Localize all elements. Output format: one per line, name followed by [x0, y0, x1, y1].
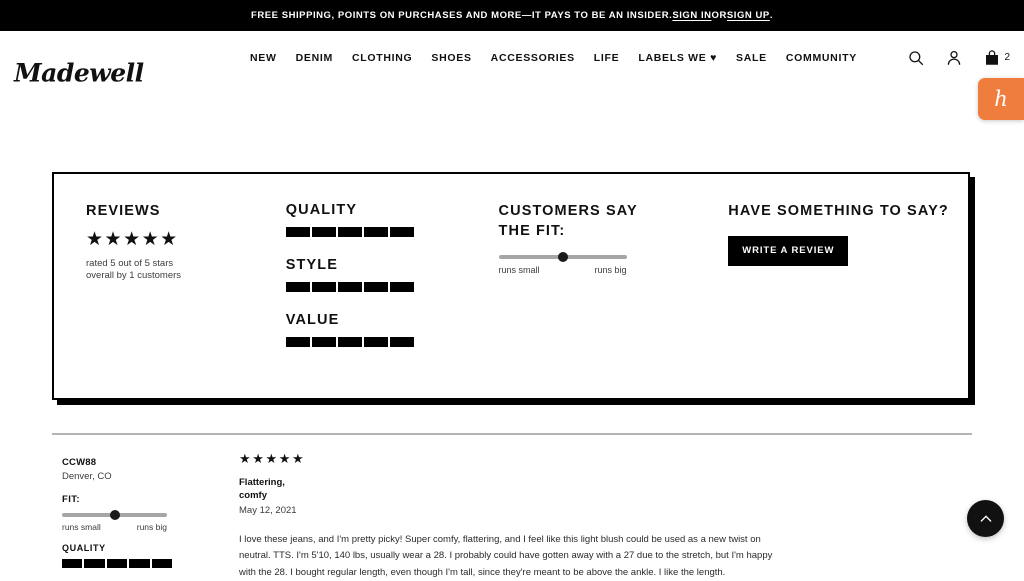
review-content-block: ★★★★★ Flattering, comfy May 12, 2021 I l… — [239, 452, 784, 581]
review-fit-slider-labels: runs small runs big — [62, 522, 167, 532]
site-header: Madewell NEW DENIM CLOTHING SHOES ACCESS… — [0, 31, 1024, 85]
bar-segment — [107, 559, 127, 568]
section-divider — [52, 433, 972, 435]
nav-item-sale[interactable]: SALE — [736, 52, 767, 64]
overall-reviews-column: REVIEWS ★★★★★ rated 5 out of 5 stars ove… — [86, 202, 286, 398]
fit-label-big: runs big — [595, 265, 627, 275]
review-author-location: Denver, CO — [62, 471, 222, 482]
honey-extension-button[interactable]: h — [978, 78, 1024, 120]
header-utility-icons: 2 — [907, 49, 1010, 67]
review-star-rating: ★★★★★ — [239, 452, 784, 465]
style-bar — [286, 282, 414, 292]
bar-segment — [364, 227, 388, 237]
bar-segment — [364, 337, 388, 347]
review-fit-label-big: runs big — [137, 522, 167, 532]
overall-rating-subtext: rated 5 out of 5 stars overall by 1 cust… — [86, 258, 286, 284]
main-navigation: NEW DENIM CLOTHING SHOES ACCESSORIES LIF… — [250, 52, 857, 64]
bar-segment — [286, 282, 310, 292]
account-icon[interactable] — [945, 49, 963, 67]
fit-heading-line1: CUSTOMERS SAY — [499, 202, 729, 222]
bar-segment — [390, 282, 414, 292]
style-label: STYLE — [286, 257, 499, 273]
bar-segment — [286, 337, 310, 347]
bar-segment — [338, 227, 362, 237]
review-quality-bar — [62, 559, 172, 568]
fit-slider[interactable] — [499, 255, 627, 259]
value-label: VALUE — [286, 312, 499, 328]
shopping-bag-button[interactable]: 2 — [983, 49, 1010, 67]
quality-bar — [286, 227, 414, 237]
review-fit-handle — [110, 510, 120, 520]
summary-box: REVIEWS ★★★★★ rated 5 out of 5 stars ove… — [52, 172, 970, 400]
review-fit-label-small: runs small — [62, 522, 101, 532]
review-title: Flattering, comfy — [239, 476, 784, 503]
value-bar — [286, 337, 414, 347]
nav-item-community[interactable]: COMMUNITY — [786, 52, 857, 64]
reviews-heading: REVIEWS — [86, 202, 286, 222]
honey-icon: h — [994, 89, 1008, 110]
review-author-name: CCW88 — [62, 457, 222, 468]
rating-subtext-line1: rated 5 out of 5 stars — [86, 258, 286, 271]
bar-segment — [312, 227, 336, 237]
write-a-review-button[interactable]: WRITE A REVIEW — [728, 236, 848, 266]
review-author-block: CCW88 Denver, CO FIT: runs small runs bi… — [62, 457, 222, 568]
review-title-line1: Flattering, — [239, 476, 784, 489]
shopping-bag-icon[interactable] — [983, 49, 1001, 67]
write-review-column: HAVE SOMETHING TO SAY? WRITE A REVIEW — [728, 202, 968, 398]
review-body-text: I love these jeans, and I'm pretty picky… — [239, 532, 784, 581]
fit-heading-line2: THE FIT: — [499, 222, 729, 242]
bar-segment — [364, 282, 388, 292]
bar-segment — [129, 559, 149, 568]
sign-up-link[interactable]: SIGN UP — [727, 10, 770, 21]
bar-segment — [390, 227, 414, 237]
bar-segment — [338, 337, 362, 347]
bag-item-count: 2 — [1004, 52, 1010, 63]
review-fit-label: FIT: — [62, 494, 222, 505]
nav-item-clothing[interactable]: CLOTHING — [352, 52, 412, 64]
bar-segment — [312, 282, 336, 292]
review-fit-slider — [62, 513, 167, 517]
review-date: May 12, 2021 — [239, 505, 784, 516]
nav-item-denim[interactable]: DENIM — [296, 52, 333, 64]
promo-banner: FREE SHIPPING, POINTS ON PURCHASES AND M… — [0, 0, 1024, 31]
rating-group-style: STYLE — [286, 257, 499, 292]
attribute-ratings-column: QUALITY STYLE — [286, 202, 499, 398]
rating-group-quality: QUALITY — [286, 202, 499, 237]
bar-segment — [338, 282, 362, 292]
review-quality-label: QUALITY — [62, 543, 222, 553]
rating-subtext-line2: overall by 1 customers — [86, 270, 286, 283]
review-title-line2: comfy — [239, 489, 784, 502]
bar-segment — [62, 559, 82, 568]
quality-label: QUALITY — [286, 202, 499, 218]
promo-or: OR — [712, 10, 727, 21]
fit-heading: CUSTOMERS SAY THE FIT: — [499, 202, 729, 241]
bar-segment — [152, 559, 172, 568]
fit-slider-labels: runs small runs big — [499, 265, 627, 275]
madewell-logo[interactable]: Madewell — [14, 59, 144, 88]
bar-segment — [84, 559, 104, 568]
bar-segment — [312, 337, 336, 347]
promo-period: . — [770, 10, 773, 21]
nav-item-labels-we-love[interactable]: LABELS WE ♥ — [638, 52, 717, 64]
fit-summary-column: CUSTOMERS SAY THE FIT: runs small runs b… — [499, 202, 729, 398]
nav-item-new[interactable]: NEW — [250, 52, 277, 64]
fit-label-small: runs small — [499, 265, 540, 275]
sign-in-link[interactable]: SIGN IN — [672, 10, 711, 21]
reviews-summary-section: REVIEWS ★★★★★ rated 5 out of 5 stars ove… — [52, 172, 970, 400]
write-review-heading: HAVE SOMETHING TO SAY? — [728, 202, 968, 222]
nav-item-life[interactable]: LIFE — [594, 52, 620, 64]
scroll-to-top-button[interactable] — [967, 500, 1004, 537]
rating-group-value: VALUE — [286, 312, 499, 347]
nav-item-accessories[interactable]: ACCESSORIES — [491, 52, 575, 64]
bar-segment — [390, 337, 414, 347]
bar-segment — [286, 227, 310, 237]
promo-text: FREE SHIPPING, POINTS ON PURCHASES AND M… — [251, 10, 672, 21]
search-icon[interactable] — [907, 49, 925, 67]
overall-star-rating: ★★★★★ — [86, 230, 286, 249]
fit-slider-handle[interactable] — [558, 252, 568, 262]
nav-item-shoes[interactable]: SHOES — [431, 52, 471, 64]
chevron-up-icon — [978, 511, 994, 527]
